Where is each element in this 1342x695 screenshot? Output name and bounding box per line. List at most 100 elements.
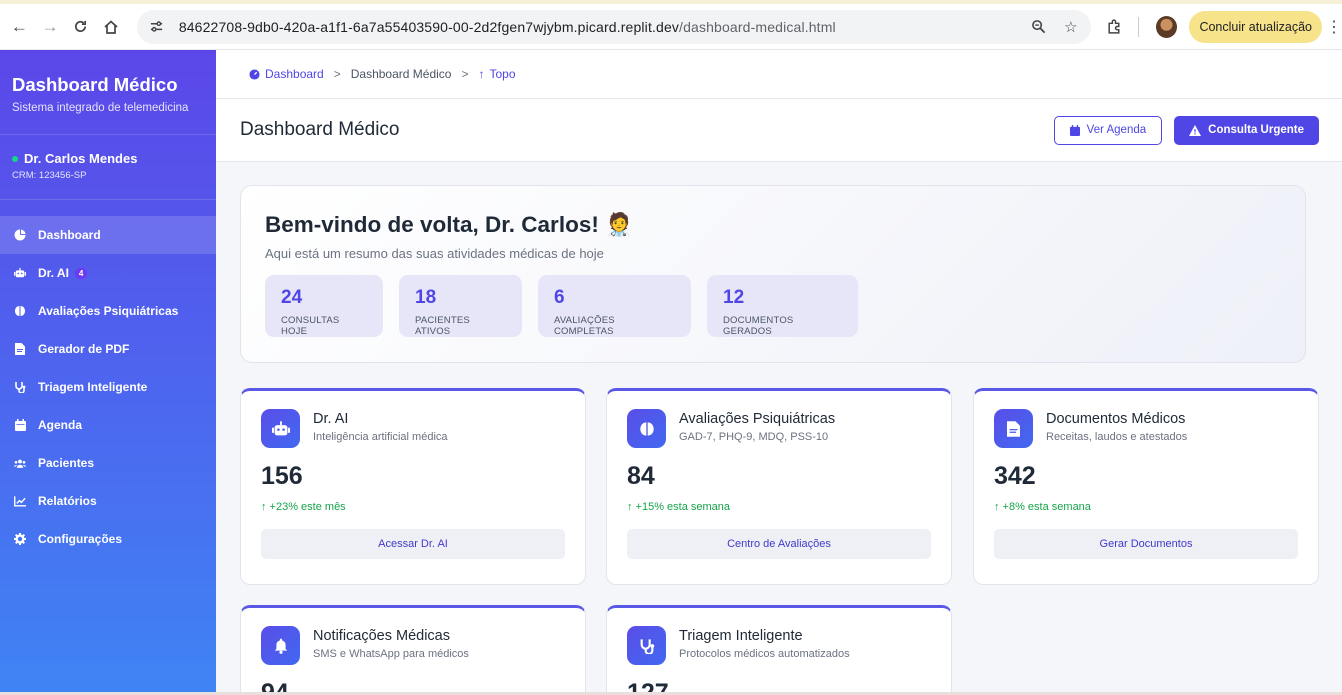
card-title: Dr. AI (313, 411, 349, 427)
access-dr-ai-button[interactable]: Acessar Dr. AI (261, 529, 565, 559)
stethoscope-icon (627, 626, 666, 665)
app-title: Dashboard Médico (12, 74, 178, 95)
card-title: Avaliações Psiquiátricas (679, 411, 836, 427)
sidebar-brand: Dashboard Médico Sistema integrado de te… (0, 50, 216, 135)
stat-value: 18 (415, 287, 437, 308)
urgent-consult-label: Consulta Urgente (1208, 124, 1304, 136)
sidebar-item-relatorios[interactable]: Relatórios (0, 482, 216, 520)
online-status-icon (12, 155, 18, 162)
card-avaliacoes: Avaliações Psiquiátricas GAD-7, PHQ-9, MD… (606, 388, 952, 585)
pie-chart-icon (14, 229, 26, 241)
sidebar-item-avaliacoes[interactable]: Avaliações Psiquiátricas (0, 292, 216, 330)
gear-icon (14, 533, 26, 545)
stat-label: PACIENTES ATIVOS (415, 315, 470, 337)
breadcrumb-home[interactable]: Dashboard (249, 67, 324, 81)
site-settings-icon[interactable] (147, 19, 167, 34)
card-trend: ↑ +8% esta semana (994, 501, 1091, 513)
sidebar-item-label: Dr. AI (38, 266, 69, 280)
stethoscope-icon (14, 381, 26, 393)
back-icon[interactable]: ← (6, 13, 33, 41)
breadcrumb-current: Dashboard Médico (350, 67, 452, 81)
zoom-icon[interactable] (1029, 19, 1049, 34)
sidebar-item-dr-ai[interactable]: Dr. AI 4 (0, 254, 216, 292)
breadcrumb-separator: > (461, 67, 469, 81)
sidebar-item-agenda[interactable]: Agenda (0, 406, 216, 444)
card-documentos: Documentos Médicos Receitas, laudos e ate… (973, 388, 1319, 585)
view-agenda-label: Ver Agenda (1086, 124, 1147, 136)
card-value: 84 (627, 462, 655, 490)
line-chart-icon (14, 495, 26, 507)
card-subtitle: Receitas, laudos e atestados (1046, 431, 1188, 443)
view-agenda-button[interactable]: Ver Agenda (1053, 115, 1163, 145)
card-subtitle: Inteligência artificial médica (313, 431, 448, 443)
breadcrumb: Dashboard > Dashboard Médico > ↑ Topo (216, 50, 1342, 99)
sidebar-item-label: Triagem Inteligente (38, 380, 148, 394)
browser-menu-icon[interactable]: ⋮ (1326, 17, 1342, 37)
brain-icon (14, 305, 26, 317)
calendar-icon (14, 419, 26, 431)
update-button[interactable]: Concluir atualização (1189, 10, 1323, 43)
stat-pacientes: 18 PACIENTES ATIVOS (399, 275, 522, 337)
url-path: /dashboard-medical.html (679, 18, 836, 35)
card-value: 156 (261, 462, 303, 490)
extensions-icon[interactable] (1101, 13, 1128, 41)
urgent-consult-button[interactable]: Consulta Urgente (1174, 115, 1319, 145)
bell-icon (261, 626, 300, 665)
pdf-file-icon (14, 343, 26, 355)
card-title: Notificações Médicas (313, 628, 450, 644)
card-subtitle: GAD-7, PHQ-9, MDQ, PSS-10 (679, 431, 829, 443)
page-header: Dashboard Médico Ver Agenda Consulta Urg… (216, 99, 1342, 162)
stat-value: 12 (723, 287, 745, 308)
stats-row: 24 CONSULTAS HOJE 18 PACIENTES ATIVOS 6 … (265, 275, 1281, 337)
card-trend: ↑ +15% esta semana (627, 501, 731, 513)
stat-documentos: 12 DOCUMENTOS GERADOS (707, 275, 858, 337)
sidebar-item-label: Gerador de PDF (38, 342, 130, 356)
reload-icon[interactable] (67, 13, 94, 41)
sidebar-item-triagem[interactable]: Triagem Inteligente (0, 368, 216, 406)
browser-toolbar: ← → 84622708-9db0-420a-a1f1-6a7a55403590… (0, 0, 1342, 50)
sidebar-item-gerador-pdf[interactable]: Gerador de PDF (0, 330, 216, 368)
sidebar-item-dashboard[interactable]: Dashboard (0, 216, 216, 254)
url-text: 84622708-9db0-420a-a1f1-6a7a55403590-00-… (179, 19, 1017, 35)
home-icon[interactable] (98, 13, 125, 41)
welcome-subtitle: Aqui está um resumo das suas atividades … (265, 246, 604, 261)
main-content: Dashboard > Dashboard Médico > ↑ Topo Da… (216, 50, 1342, 695)
sidebar-item-pacientes[interactable]: Pacientes (0, 444, 216, 482)
welcome-panel: Bem-vindo de volta, Dr. Carlos! 🧑‍⚕️ Aqu… (240, 185, 1306, 363)
stat-label: DOCUMENTOS GERADOS (723, 315, 794, 337)
card-title: Documentos Médicos (1046, 411, 1186, 427)
sidebar-item-label: Dashboard (38, 228, 101, 242)
calendar-icon (1069, 124, 1080, 136)
robot-icon (14, 267, 26, 279)
url-host: 84622708-9db0-420a-a1f1-6a7a55403590-00-… (178, 18, 680, 35)
card-title: Triagem Inteligente (679, 628, 803, 644)
stat-label: AVALIAÇÕES COMPLETAS (554, 315, 615, 337)
assessment-center-button[interactable]: Centro de Avaliações (627, 529, 931, 559)
sidebar-menu: Dashboard Dr. AI 4 Avaliações Psiquiátri… (0, 216, 216, 558)
generate-documents-button[interactable]: Gerar Documentos (994, 529, 1298, 559)
sidebar-item-label: Relatórios (38, 494, 97, 508)
doctor-crm: CRM: 123456-SP (12, 170, 87, 181)
card-notificacoes: Notificações Médicas SMS e WhatsApp para … (240, 605, 586, 695)
sidebar-item-configuracoes[interactable]: Configurações (0, 520, 216, 558)
welcome-title: Bem-vindo de volta, Dr. Carlos! 🧑‍⚕️ (265, 212, 634, 237)
card-triagem: Triagem Inteligente Protocolos médicos au… (606, 605, 952, 695)
stat-avaliacoes: 6 AVALIAÇÕES COMPLETAS (538, 275, 691, 337)
sidebar-item-label: Configurações (38, 532, 123, 546)
stat-value: 24 (281, 287, 303, 308)
notification-badge: 4 (74, 267, 88, 279)
bookmark-star-icon[interactable]: ☆ (1061, 18, 1081, 36)
warning-icon (1189, 124, 1202, 136)
breadcrumb-top-label: Topo (489, 67, 516, 81)
card-value: 342 (994, 462, 1036, 490)
forward-icon[interactable]: → (37, 13, 64, 41)
sidebar-item-label: Pacientes (38, 456, 95, 470)
breadcrumb-separator: > (333, 67, 341, 81)
breadcrumb-top-link[interactable]: ↑ Topo (478, 67, 515, 81)
card-trend: ↑ +23% este mês (261, 501, 346, 513)
dashboard-gauge-icon (249, 68, 260, 80)
profile-avatar[interactable] (1156, 15, 1178, 38)
address-bar[interactable]: 84622708-9db0-420a-a1f1-6a7a55403590-00-… (136, 9, 1091, 44)
doctor-name: Dr. Carlos Mendes (24, 151, 138, 166)
sidebar-item-label: Avaliações Psiquiátricas (38, 304, 179, 318)
